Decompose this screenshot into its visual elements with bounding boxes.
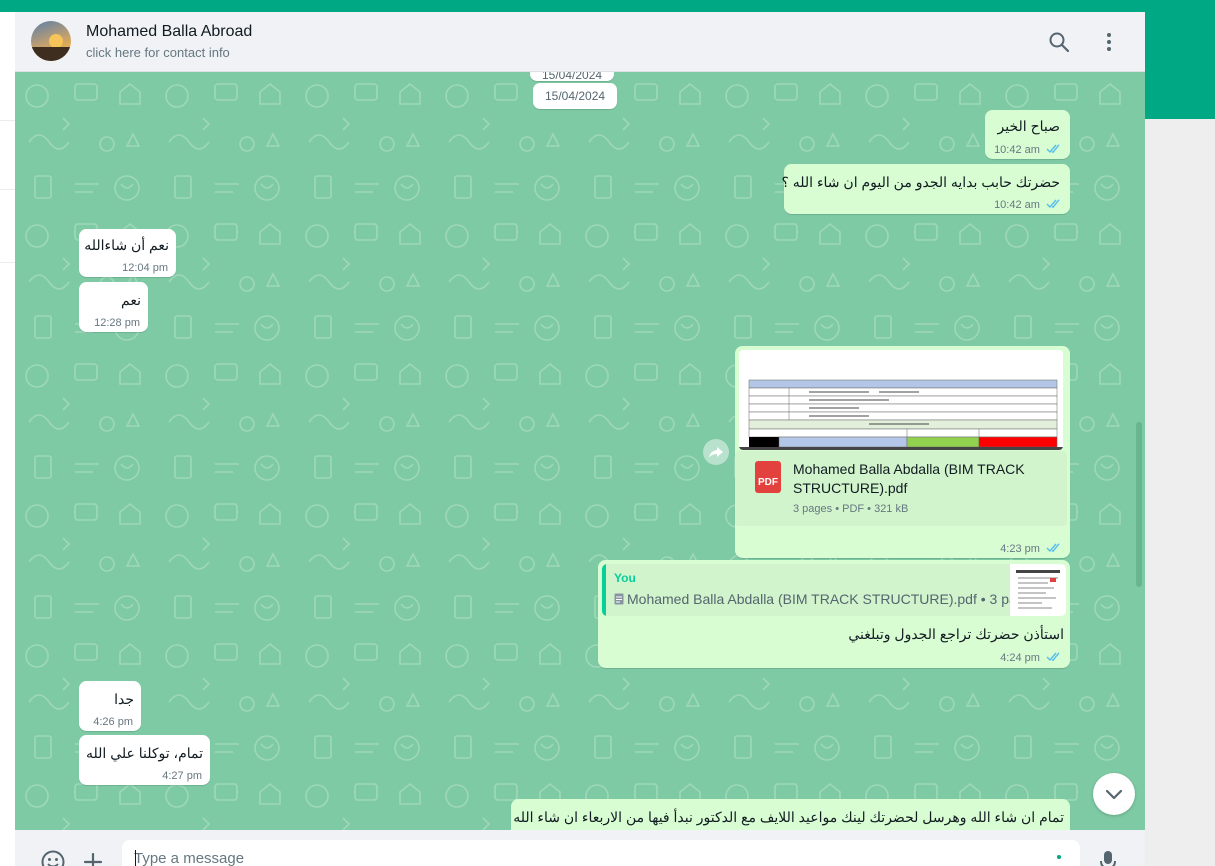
app-top-band <box>0 0 1215 12</box>
message-area[interactable]: 15/04/2024 15/04/2024 صباح الخير 10:42 a… <box>15 72 1145 830</box>
avatar[interactable] <box>31 21 71 61</box>
message-meta: 10:42 am <box>994 143 1062 156</box>
document-preview-image <box>739 379 1063 450</box>
message-time: 12:04 pm <box>122 262 168 274</box>
message-text: صباح الخير <box>997 118 1060 134</box>
contact-name[interactable]: Mohamed Balla Abroad <box>86 23 252 41</box>
search-icon[interactable] <box>1047 30 1071 54</box>
message-time: 10:42 am <box>994 144 1040 156</box>
document-file-name: Mohamed Balla Abdalla (BIM TRACK STRUCTU… <box>793 461 1025 496</box>
document-preview[interactable] <box>739 350 1063 450</box>
message-time: 4:23 pm <box>1000 543 1040 555</box>
chat-window: Mohamed Balla Abroad click here for cont… <box>15 12 1145 866</box>
quoted-document-thumbnail <box>1010 564 1066 616</box>
message-text: تمام، توكلنا علي الله <box>86 745 203 761</box>
scrollbar[interactable] <box>1136 422 1142 587</box>
document-icon <box>614 593 624 605</box>
incoming-message[interactable]: نعم 12:28 pm <box>79 282 148 332</box>
message-time: 12:28 pm <box>94 317 140 329</box>
message-text: جدا <box>114 691 134 707</box>
message-text: نعم أن شاءالله <box>84 237 169 253</box>
emoji-icon[interactable] <box>40 849 66 866</box>
document-message[interactable]: PDF Mohamed Balla Abdalla (BIM TRACK STR… <box>735 346 1070 558</box>
chat-list-edge <box>0 12 16 866</box>
pdf-file-icon: PDF <box>755 461 781 493</box>
document-file-row[interactable]: PDF Mohamed Balla Abdalla (BIM TRACK STR… <box>735 451 1067 526</box>
message-meta: 10:42 am <box>994 198 1062 211</box>
outgoing-message[interactable]: تمام ان شاء الله وهرسل لحضرتك لينك مواعي… <box>511 799 1070 830</box>
message-text: تمام ان شاء الله وهرسل لحضرتك لينك مواعي… <box>513 809 1064 825</box>
right-background-green <box>1145 12 1215 119</box>
menu-icon[interactable] <box>1097 30 1121 54</box>
read-ticks-icon <box>1046 144 1060 154</box>
message-meta: 4:23 pm <box>1000 542 1062 555</box>
message-input[interactable] <box>122 840 1080 866</box>
outgoing-message[interactable]: حضرتك حابب بدايه الجدو من اليوم ان شاء ا… <box>781 164 1070 214</box>
message-time: 4:26 pm <box>93 716 133 728</box>
message-text: حضرتك حابب بدايه الجدو من اليوم ان شاء ا… <box>781 174 1060 190</box>
status-dot <box>1057 855 1061 859</box>
read-ticks-icon <box>1046 199 1060 209</box>
quoted-author: You <box>614 571 636 585</box>
message-time: 4:24 pm <box>1000 652 1040 664</box>
outgoing-message[interactable]: صباح الخير 10:42 am <box>985 110 1070 159</box>
microphone-icon[interactable] <box>1099 850 1117 866</box>
date-chip: 15/04/2024 <box>533 83 618 109</box>
read-ticks-icon <box>1046 652 1060 662</box>
forward-icon <box>709 447 723 458</box>
quoted-text: Mohamed Balla Abdalla (BIM TRACK STRUCTU… <box>614 591 1039 607</box>
incoming-message[interactable]: جدا 4:26 pm <box>79 681 141 731</box>
date-chip-ghost: 15/04/2024 <box>530 72 615 81</box>
attach-plus-icon[interactable] <box>82 851 104 866</box>
scroll-to-bottom-button[interactable] <box>1093 773 1135 815</box>
message-meta: 4:24 pm <box>1000 651 1062 664</box>
document-file-info: 3 pages • PDF • 321 kB <box>793 503 909 515</box>
message-time: 10:42 am <box>994 199 1040 211</box>
chevron-down-icon <box>1105 789 1123 800</box>
contact-info-link[interactable]: click here for contact info <box>86 45 230 60</box>
text-cursor <box>135 850 136 866</box>
quoted-message[interactable]: You Mohamed Balla Abdalla (BIM TRACK STR… <box>602 564 1066 616</box>
message-text: نعم <box>121 292 141 308</box>
read-ticks-icon <box>1046 543 1060 553</box>
right-background-gray <box>1145 119 1215 866</box>
forward-button[interactable] <box>703 439 729 465</box>
message-text: استأذن حضرتك تراجع الجدول وتبلغني <box>848 626 1064 642</box>
message-composer <box>15 830 1145 866</box>
reply-message[interactable]: You Mohamed Balla Abdalla (BIM TRACK STR… <box>598 560 1070 668</box>
incoming-message[interactable]: نعم أن شاءالله 12:04 pm <box>79 229 176 277</box>
conversation-header[interactable]: Mohamed Balla Abroad click here for cont… <box>15 12 1145 72</box>
incoming-message[interactable]: تمام، توكلنا علي الله 4:27 pm <box>79 735 210 785</box>
message-time: 4:27 pm <box>162 770 202 782</box>
